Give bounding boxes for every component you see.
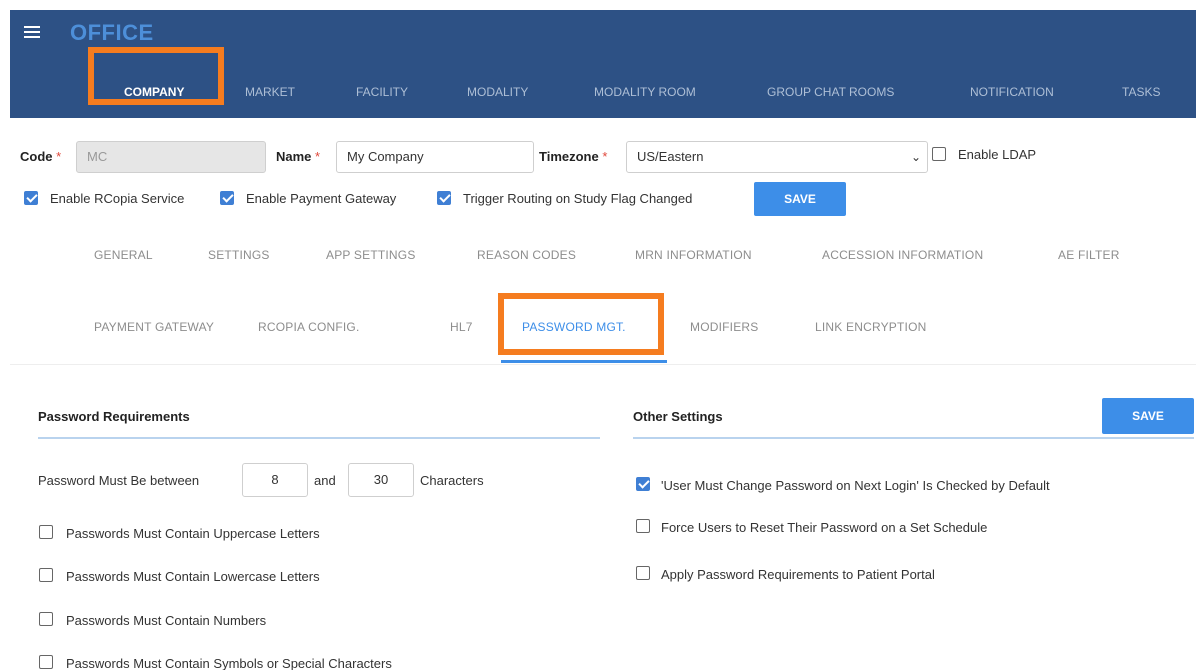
characters-text: Characters	[420, 473, 484, 488]
tabs-divider	[10, 364, 1196, 365]
company-save-button[interactable]: SAVE	[754, 182, 846, 216]
subtab-rcopia-config[interactable]: RCOPIA CONFIG.	[258, 320, 359, 334]
must-change-password-checkbox[interactable]	[636, 477, 650, 491]
patient-portal-checkbox[interactable]	[636, 566, 650, 580]
nav-modality[interactable]: MODALITY	[467, 66, 528, 118]
lowercase-checkbox[interactable]	[39, 568, 53, 582]
subtab-mrn-information[interactable]: MRN INFORMATION	[635, 248, 752, 262]
password-requirements-divider	[38, 437, 600, 439]
subtab-link-encryption[interactable]: LINK ENCRYPTION	[815, 320, 926, 334]
lowercase-label: Passwords Must Contain Lowercase Letters	[66, 569, 320, 584]
nav-notification[interactable]: NOTIFICATION	[970, 66, 1054, 118]
subtab-modifiers[interactable]: MODIFIERS	[690, 320, 758, 334]
nav-tasks[interactable]: TASKS	[1122, 66, 1160, 118]
chevron-down-icon: ⌄	[910, 150, 921, 164]
timezone-value: US/Eastern	[637, 149, 704, 164]
subtab-hl7[interactable]: HL7	[450, 320, 473, 334]
other-settings-title: Other Settings	[633, 409, 723, 424]
other-settings-divider	[633, 437, 1194, 439]
symbols-checkbox[interactable]	[39, 655, 53, 669]
patient-portal-label: Apply Password Requirements to Patient P…	[661, 567, 935, 582]
nav-group-chat-rooms[interactable]: GROUP CHAT ROOMS	[767, 66, 894, 118]
password-requirements-title: Password Requirements	[38, 409, 190, 424]
hamburger-menu-icon[interactable]	[24, 26, 40, 38]
enable-payment-gateway-label: Enable Payment Gateway	[246, 191, 397, 206]
enable-rcopia-checkbox[interactable]	[24, 191, 38, 205]
length-prefix-text: Password Must Be between	[38, 473, 200, 488]
enable-payment-gateway-checkbox[interactable]	[220, 191, 234, 205]
subtab-general[interactable]: GENERAL	[94, 248, 153, 262]
subtab-reason-codes[interactable]: REASON CODES	[477, 248, 576, 262]
name-label: Name *	[276, 149, 321, 164]
trigger-routing-checkbox[interactable]	[437, 191, 451, 205]
min-length-input[interactable]: 8	[242, 463, 308, 497]
subtab-payment-gateway[interactable]: PAYMENT GATEWAY	[94, 320, 214, 334]
subtab-ae-filter[interactable]: AE FILTER	[1058, 248, 1120, 262]
code-input[interactable]: MC	[76, 141, 266, 173]
force-reset-checkbox[interactable]	[636, 519, 650, 533]
must-change-password-label: 'User Must Change Password on Next Login…	[661, 478, 1050, 493]
enable-rcopia-label: Enable RCopia Service	[50, 191, 185, 206]
symbols-label: Passwords Must Contain Symbols or Specia…	[66, 656, 392, 670]
code-label: Code *	[20, 149, 62, 164]
trigger-routing-label: Trigger Routing on Study Flag Changed	[463, 191, 693, 206]
name-input[interactable]: My Company	[336, 141, 534, 173]
and-text: and	[314, 473, 336, 488]
numbers-checkbox[interactable]	[39, 612, 53, 626]
timezone-label: Timezone *	[539, 149, 608, 164]
password-save-button[interactable]: SAVE	[1102, 398, 1194, 434]
force-reset-label: Force Users to Reset Their Password on a…	[661, 520, 988, 535]
subtab-app-settings[interactable]: APP SETTINGS	[326, 248, 416, 262]
nav-facility[interactable]: FACILITY	[356, 66, 408, 118]
subtab-accession-information[interactable]: ACCESSION INFORMATION	[822, 248, 983, 262]
numbers-label: Passwords Must Contain Numbers	[66, 613, 267, 628]
uppercase-label: Passwords Must Contain Uppercase Letters	[66, 526, 320, 541]
password-mgt-tab-highlight	[498, 293, 664, 355]
app-title: OFFICE	[70, 20, 154, 45]
company-tab-highlight	[88, 47, 224, 105]
enable-ldap-label: Enable LDAP	[958, 147, 1037, 162]
uppercase-checkbox[interactable]	[39, 525, 53, 539]
timezone-select[interactable]: US/Eastern ⌄	[626, 141, 928, 173]
nav-market[interactable]: MARKET	[245, 66, 295, 118]
active-tab-indicator	[501, 360, 667, 363]
enable-ldap-checkbox[interactable]	[932, 147, 946, 161]
subtab-settings[interactable]: SETTINGS	[208, 248, 270, 262]
nav-modality-room[interactable]: MODALITY ROOM	[594, 66, 696, 118]
max-length-input[interactable]: 30	[348, 463, 414, 497]
